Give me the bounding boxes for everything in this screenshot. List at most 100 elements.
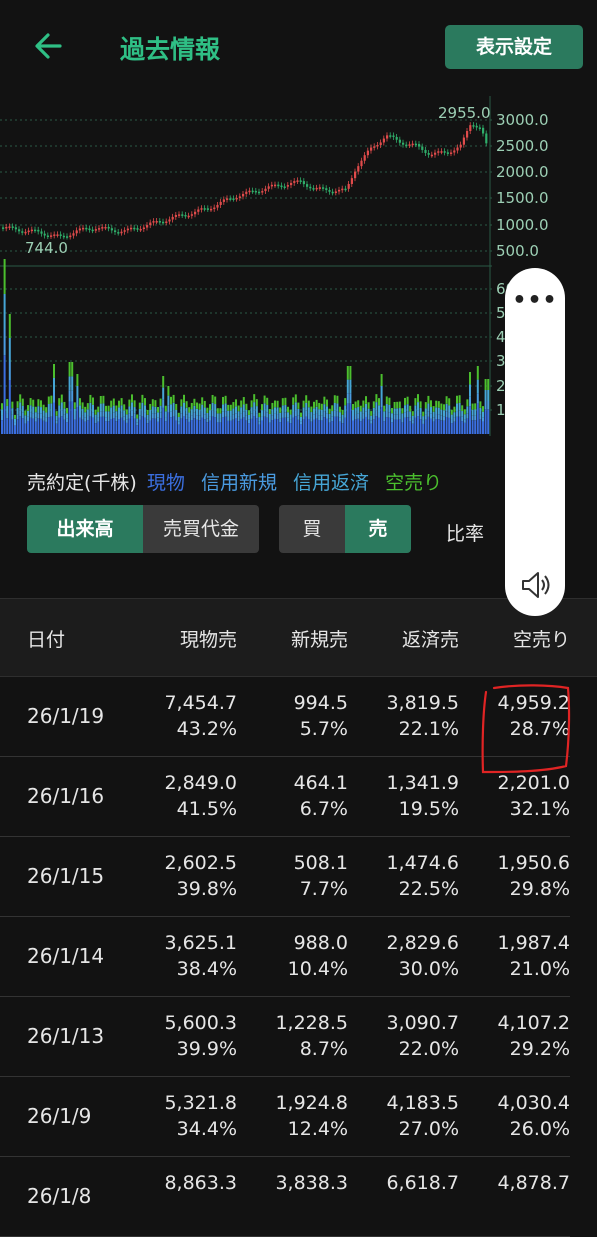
candle	[402, 142, 405, 145]
volume-bar-margin-new	[248, 419, 250, 424]
candle	[334, 191, 337, 193]
row-cell: 4,878.7	[460, 1170, 570, 1196]
volume-tab[interactable]: 出来高	[27, 505, 143, 553]
table-row[interactable]: 26/1/13 5,600.3 39.9% 1,228.5 8.7% 3,090.7 22.…	[0, 997, 570, 1077]
volume-bar-margin-repay	[193, 405, 196, 413]
volume-bar-margin-new	[58, 412, 61, 418]
volume-bar-margin-repay	[300, 416, 302, 422]
candle	[354, 171, 357, 179]
volume-bar-spot	[331, 421, 334, 434]
row-cell: 508.1 7.7%	[238, 850, 348, 902]
volume-bar-margin-new	[32, 413, 35, 419]
volume-bar-spot	[40, 418, 42, 434]
candle	[315, 187, 318, 190]
buy-tab[interactable]: 買	[279, 505, 345, 553]
volume-bar-margin-new	[274, 413, 276, 419]
volume-bar-short-sell	[398, 401, 401, 409]
volume-bar-short-sell	[79, 398, 81, 406]
candle	[267, 186, 270, 189]
volume-bar-margin-repay	[391, 413, 393, 419]
candle	[296, 180, 299, 182]
volume-bar-spot	[1, 420, 3, 434]
cell-ratio: 22.5%	[398, 878, 459, 900]
date-tick-label: 12/1	[388, 439, 422, 440]
trading-value-tab[interactable]: 売買代金	[143, 505, 259, 553]
volume-bar-short-sell	[71, 362, 74, 377]
volume-bar-short-sell	[326, 399, 328, 407]
side-panel-overlay[interactable]: •••	[505, 268, 565, 616]
volume-bar-margin-new	[463, 419, 466, 423]
volume-bar-margin-new	[445, 411, 448, 417]
volume-bar-spot	[110, 418, 113, 434]
volume-bar-spot	[323, 417, 326, 434]
candle	[485, 133, 488, 144]
volume-bar-margin-repay	[185, 407, 188, 415]
cell-value: 4,878.7	[497, 1172, 570, 1194]
volume-bar-spot	[105, 421, 107, 434]
sell-tab[interactable]: 売	[345, 505, 411, 553]
volume-bar-short-sell	[474, 403, 477, 410]
volume-bar-short-sell	[370, 411, 373, 416]
volume-bar-margin-repay	[144, 405, 146, 413]
volume-bar-margin-new	[110, 413, 113, 419]
volume-bar-short-sell	[385, 396, 388, 404]
volume-bar-spot	[313, 419, 315, 434]
cell-value: 4,183.5	[386, 1092, 459, 1114]
table-row[interactable]: 26/1/14 3,625.1 38.4% 988.0 10.4% 2,829.6 30.0…	[0, 917, 570, 997]
volume-bar-margin-repay	[227, 410, 230, 417]
ratio-toggle-label[interactable]: 比率	[446, 519, 484, 546]
cell-value: 5,321.8	[164, 1092, 237, 1114]
volume-bar-short-sell	[466, 399, 469, 407]
volume-bar-spot	[271, 420, 274, 434]
volume-bar-short-sell	[19, 394, 22, 403]
volume-bar-margin-new	[385, 411, 388, 418]
volume-bar-short-sell	[287, 406, 289, 413]
volume-bar-short-sell	[159, 398, 162, 406]
candle	[440, 151, 443, 153]
cell-ratio: 26.0%	[509, 1118, 570, 1140]
volume-bar-margin-repay	[81, 408, 84, 416]
volume-bar-margin-repay	[266, 405, 269, 413]
volume-bar-spot	[112, 418, 115, 434]
volume-bar-spot	[289, 423, 292, 434]
table-row[interactable]: 26/1/9 5,321.8 34.4% 1,924.8 12.4% 4,183.5 27.…	[0, 1077, 570, 1157]
volume-bar-spot	[279, 422, 282, 434]
volume-bar-margin-new	[219, 418, 222, 423]
volume-bar-margin-new	[359, 417, 362, 422]
volume-bar-spot	[131, 416, 133, 434]
volume-bar-margin-new	[482, 417, 484, 422]
volume-bar-margin-new	[424, 414, 427, 420]
volume-bar-spot	[307, 418, 310, 434]
volume-bar-short-sell	[162, 376, 165, 388]
volume-bar-margin-repay	[146, 414, 149, 420]
candle	[453, 150, 456, 153]
volume-bar-margin-repay	[68, 376, 71, 391]
volume-bar-margin-repay	[162, 387, 165, 400]
volume-bar-spot	[448, 417, 451, 434]
back-arrow-icon[interactable]	[30, 26, 70, 66]
volume-bar-margin-new	[404, 412, 406, 418]
price-candles	[2, 122, 488, 240]
volume-bar-margin-new	[21, 412, 24, 419]
volume-bar-margin-repay	[274, 407, 276, 414]
volume-bar-margin-new	[250, 413, 253, 419]
volume-bar-spot	[266, 417, 269, 434]
volume-bar-short-sell	[461, 405, 464, 412]
cell-value: 2,849.0	[164, 772, 237, 794]
volume-bar-margin-new	[401, 418, 404, 423]
volume-bar-margin-repay	[224, 403, 227, 412]
volume-bar-short-sell	[401, 408, 404, 414]
volume-bar-spot	[198, 420, 201, 434]
more-menu-icon[interactable]: •••	[505, 288, 565, 313]
volume-bar-short-sell	[164, 405, 167, 412]
volume-bar-spot	[102, 416, 105, 434]
volume-bar-short-sell	[94, 409, 97, 415]
display-settings-button[interactable]: 表示設定	[445, 25, 583, 69]
volume-bar-margin-repay	[105, 411, 107, 418]
candle	[251, 190, 254, 193]
table-row[interactable]: 26/1/8 8,863.3 3,838.3 6,618.7 4,878.7	[0, 1157, 570, 1237]
table-row[interactable]: 26/1/15 2,602.5 39.8% 508.1 7.7% 1,474.6 22.5%…	[0, 837, 570, 917]
candle	[120, 231, 123, 234]
row-cell: 1,950.6 29.8%	[460, 850, 570, 902]
speaker-volume-icon[interactable]	[519, 568, 553, 602]
